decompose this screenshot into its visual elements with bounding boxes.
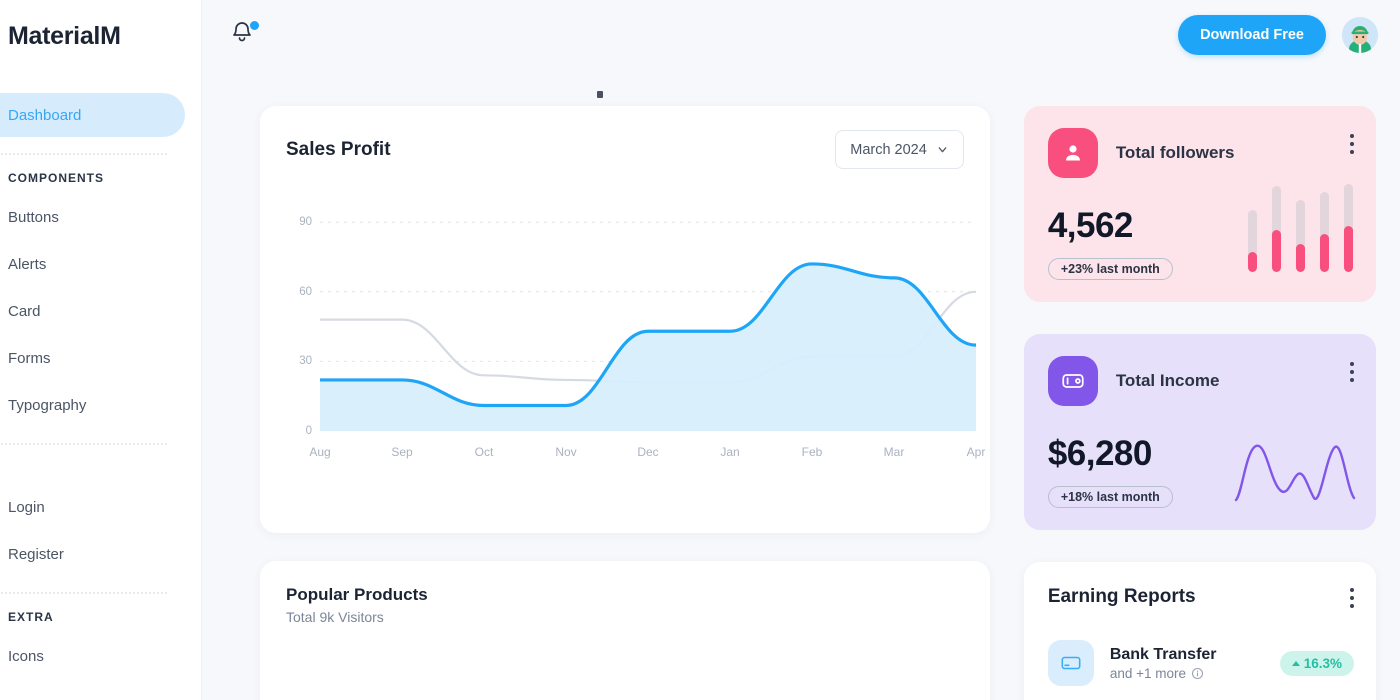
earning-report-percent-badge: 16.3% — [1279, 650, 1354, 676]
sidebar-item-label: Typography — [8, 396, 87, 414]
sidebar-item-card[interactable]: Card — [0, 289, 185, 333]
sales-profit-chart: 0 30 60 90 Aug Sep Oct Nov Dec Jan Feb Mar Apr — [286, 199, 985, 489]
dashboard-page: MaterialM Dashboard COMPONENTS Buttons A… — [0, 0, 1400, 700]
sales-profit-title: Sales Profit — [286, 138, 391, 160]
total-income-label: Total Income — [1115, 371, 1220, 390]
brand-logo: MaterialM — [8, 22, 121, 50]
sidebar-item-typography[interactable]: Typography — [0, 383, 185, 427]
notifications-button[interactable] — [230, 20, 260, 50]
sales-profit-card: Sales Profit March 2024 0 30 60 90 Aug Sep Oc… — [260, 106, 990, 533]
earning-reports-card: Earning Reports Bank Transfer and +1 mor… — [1023, 562, 1376, 700]
total-followers-header: Total followers — [1047, 128, 1354, 178]
credit-card-icon-badge — [1047, 640, 1094, 686]
sidebar-item-label: Login — [8, 498, 45, 516]
chart-plot-area — [320, 199, 976, 431]
chart-x-tick: Apr — [966, 445, 986, 459]
sidebar-item-alerts[interactable]: Alerts — [0, 242, 185, 286]
followers-bar-value — [1248, 252, 1257, 272]
total-income-menu-button[interactable] — [1350, 362, 1354, 386]
trend-up-icon — [1291, 660, 1300, 666]
sidebar-item-login[interactable]: Login — [0, 485, 185, 529]
user-icon-badge — [1047, 128, 1098, 178]
earning-report-sub-text: and +1 more — [1109, 665, 1186, 681]
chart-x-tick: Dec — [637, 445, 659, 459]
sidebar-section-auth: AUTH — [0, 461, 185, 475]
sidebar-item-icons[interactable]: Icons — [0, 634, 185, 678]
popular-products-card: Popular Products Total 9k Visitors — [260, 561, 990, 700]
earning-reports-title: Earning Reports — [1047, 586, 1196, 607]
sidebar-divider-3 — [0, 592, 167, 594]
sidebar-item-label: Buttons — [8, 208, 59, 226]
sidebar-item-buttons[interactable]: Buttons — [0, 195, 185, 239]
chart-x-tick: Oct — [474, 445, 494, 459]
followers-bar-value — [1320, 234, 1329, 272]
avatar[interactable] — [1342, 17, 1378, 53]
mouse-cursor-marker — [597, 91, 603, 98]
sidebar-item-label: Alerts — [8, 255, 47, 273]
earning-report-text: Bank Transfer and +1 more — [1110, 646, 1217, 681]
sidebar-item-label: Icons — [8, 647, 44, 665]
popular-products-subtitle: Total 9k Visitors — [286, 609, 384, 625]
chart-x-tick: Feb — [801, 445, 823, 459]
sidebar-item-label: Forms — [8, 349, 51, 367]
sidebar-item-dashboard[interactable]: Dashboard — [0, 93, 185, 137]
earning-reports-menu-button[interactable] — [1350, 588, 1354, 612]
earning-report-name: Bank Transfer — [1109, 645, 1217, 663]
sidebar-item-forms[interactable]: Forms — [0, 336, 185, 380]
chart-y-tick: 60 — [299, 285, 312, 298]
sidebar-item-label: Register — [8, 545, 64, 563]
chart-x-tick: Sep — [391, 445, 413, 459]
right-column: Total followers 4,562 +23% last month To… — [1023, 106, 1376, 700]
wallet-icon-badge — [1047, 356, 1098, 406]
sales-profit-header: Sales Profit March 2024 — [286, 130, 964, 169]
total-income-badge: +18% last month — [1047, 486, 1173, 508]
chevron-down-icon — [938, 147, 947, 153]
total-income-card: Total Income $6,280 +18% last month — [1023, 334, 1376, 530]
earning-report-sub: and +1 more — [1110, 666, 1217, 681]
chart-x-tick: Jan — [720, 445, 740, 459]
total-followers-menu-button[interactable] — [1350, 134, 1354, 158]
followers-bar-value — [1344, 226, 1353, 272]
chart-y-tick: 90 — [299, 216, 312, 229]
sidebar-divider-2 — [0, 443, 167, 445]
popular-products-title: Popular Products — [286, 585, 428, 604]
total-income-header: Total Income — [1047, 356, 1354, 406]
sidebar-divider-1 — [0, 153, 167, 155]
chart-x-tick: Mar — [883, 445, 905, 459]
sidebar-item-label: Dashboard — [8, 106, 82, 124]
dashboard-grid: Sales Profit March 2024 0 30 60 90 Aug Sep Oc… — [202, 70, 1400, 700]
sidebar-item-register[interactable]: Register — [0, 532, 185, 576]
followers-bar-chart — [1248, 184, 1353, 272]
chart-y-tick: 30 — [299, 355, 312, 368]
credit-card-icon — [1061, 656, 1081, 670]
notification-badge-dot — [250, 21, 259, 30]
chart-x-tick: Nov — [555, 445, 577, 459]
total-followers-badge: +23% last month — [1047, 258, 1173, 280]
sidebar-nav: Dashboard COMPONENTS Buttons Alerts Card… — [0, 93, 201, 678]
earning-report-row[interactable]: Bank Transfer and +1 more 16.3% — [1047, 640, 1354, 686]
month-select-dropdown[interactable]: March 2024 — [835, 130, 964, 169]
left-column: Sales Profit March 2024 0 30 60 90 Aug Sep Oc… — [260, 106, 990, 700]
main-content: Download Free Sales Profit March 2024 0 … — [202, 0, 1400, 700]
topbar: Download Free — [202, 0, 1400, 70]
earning-report-percent: 16.3% — [1303, 655, 1342, 671]
month-select-value: March 2024 — [850, 141, 927, 158]
followers-bar-value — [1296, 244, 1305, 272]
sidebar-section-components: COMPONENTS — [8, 171, 105, 185]
total-followers-card: Total followers 4,562 +23% last month — [1023, 106, 1376, 302]
sidebar-section-extra: EXTRA — [8, 610, 54, 624]
user-icon — [1065, 145, 1080, 161]
info-icon[interactable] — [1191, 667, 1204, 680]
chart-x-tick: Aug — [309, 445, 331, 459]
total-followers-label: Total followers — [1115, 143, 1235, 162]
download-free-button[interactable]: Download Free — [1178, 15, 1326, 55]
user-avatar-icon — [1342, 17, 1378, 53]
chart-area-fill — [320, 263, 976, 431]
sidebar-item-label: Card — [8, 302, 41, 320]
followers-bar-value — [1272, 230, 1281, 272]
sidebar: MaterialM Dashboard COMPONENTS Buttons A… — [0, 0, 202, 700]
wallet-icon — [1062, 374, 1084, 388]
chart-y-tick: 0 — [305, 425, 312, 437]
income-sparkline — [1234, 444, 1356, 502]
